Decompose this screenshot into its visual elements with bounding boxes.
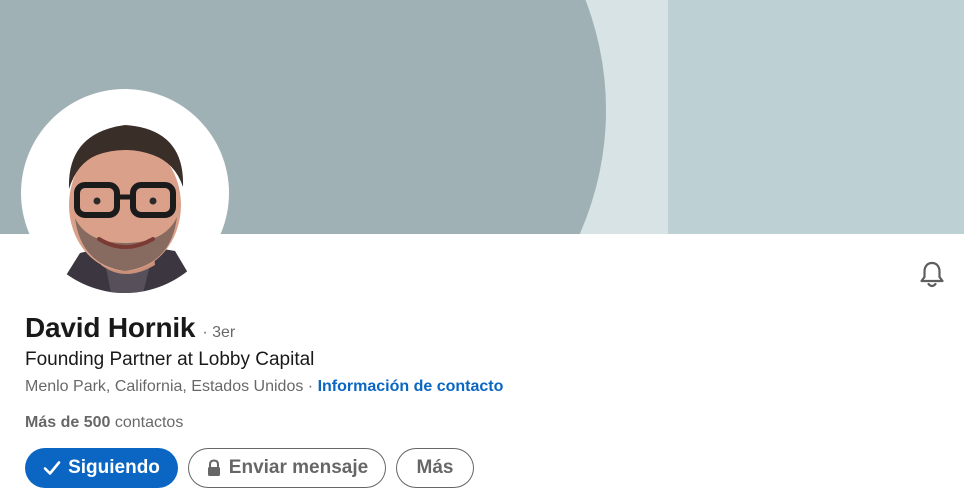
profile-name: David Hornik — [25, 312, 196, 343]
connections-number: Más de 500 — [25, 414, 111, 431]
send-message-label: Enviar mensaje — [228, 457, 369, 478]
name-row: David Hornik · 3er — [25, 312, 235, 348]
profile-location: Menlo Park, California, Estados Unidos — [25, 378, 304, 395]
location-separator: · — [303, 378, 318, 395]
more-label: Más — [416, 457, 454, 478]
more-button[interactable]: Más — [396, 448, 474, 488]
location-row: Menlo Park, California, Estados Unidos ·… — [25, 378, 503, 396]
profile-actions: Siguiendo Enviar mensaje Más — [25, 448, 474, 488]
bell-icon[interactable] — [916, 258, 948, 290]
connection-degree: · 3er — [202, 324, 236, 341]
lock-icon — [206, 459, 222, 477]
connections-count[interactable]: Más de 500 contactos — [25, 414, 183, 432]
avatar-portrait — [25, 93, 225, 293]
send-message-button[interactable]: Enviar mensaje — [188, 448, 386, 488]
profile-headline: Founding Partner at Lobby Capital — [25, 349, 315, 370]
following-button[interactable]: Siguiendo — [25, 448, 178, 488]
contact-info-link[interactable]: Información de contacto — [318, 378, 504, 395]
connections-label: contactos — [110, 414, 184, 431]
check-icon — [43, 459, 61, 477]
following-label: Siguiendo — [68, 457, 160, 478]
profile-avatar[interactable] — [25, 93, 225, 293]
